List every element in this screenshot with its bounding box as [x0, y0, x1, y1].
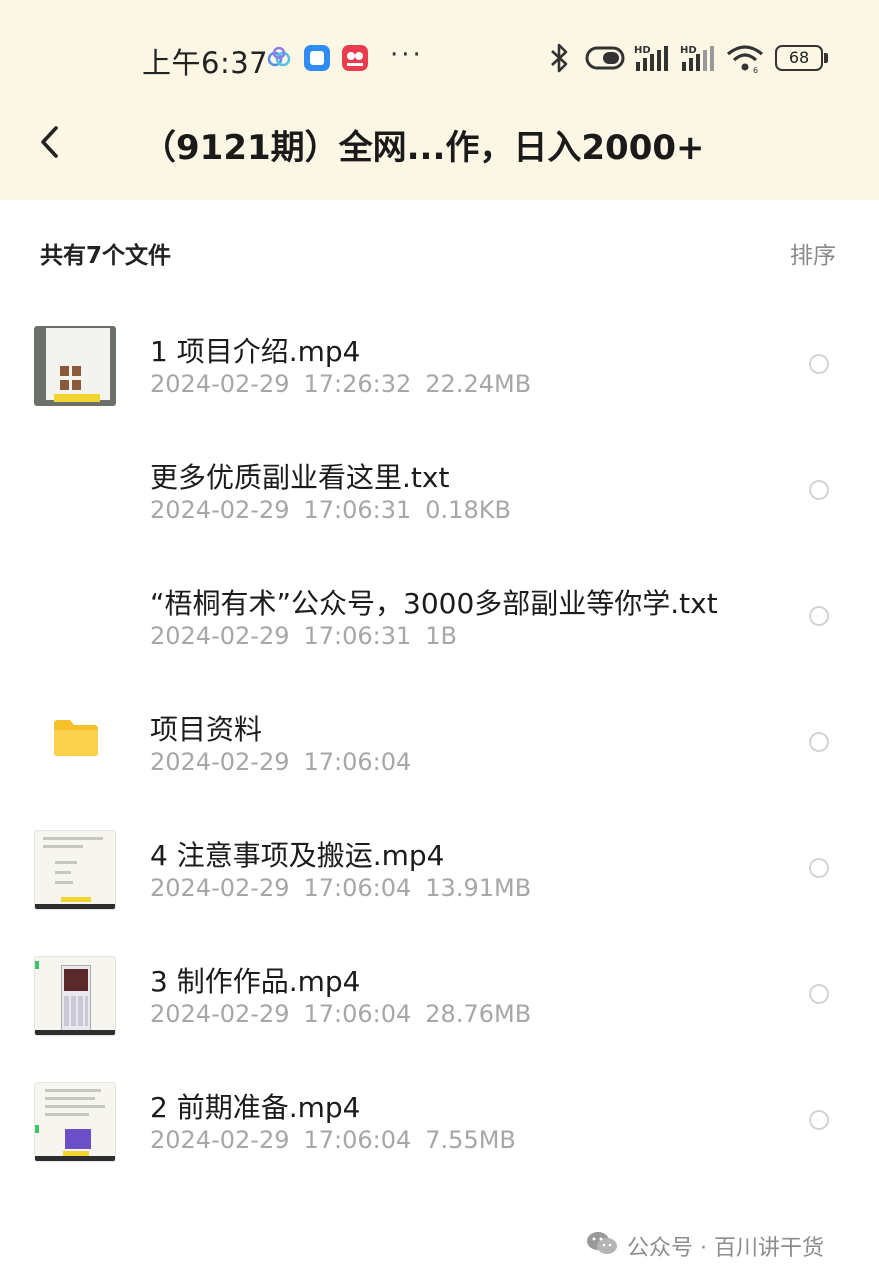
select-radio[interactable] — [809, 858, 829, 878]
status-bar: 上午6:37 ··· HD HD 6 68 — [0, 0, 879, 120]
file-size: 0.18KB — [425, 496, 511, 524]
svg-text:6: 6 — [753, 66, 758, 74]
select-radio[interactable] — [809, 1110, 829, 1130]
file-size: 28.76MB — [425, 1000, 532, 1028]
file-date: 2024-02-29 — [150, 1000, 290, 1028]
video-thumbnail — [34, 956, 116, 1036]
file-date: 2024-02-29 — [150, 748, 290, 776]
watermark-text: 公众号 · 百川讲干货 — [627, 1236, 824, 1261]
file-name: 项目资料 — [150, 713, 263, 746]
file-name: 4 注意事项及搬运.mp4 — [150, 839, 445, 872]
file-time: 17:06:31 — [303, 622, 412, 650]
video-thumbnail — [34, 326, 116, 406]
file-time: 17:06:31 — [303, 496, 412, 524]
file-name: 1 项目介绍.mp4 — [150, 335, 361, 368]
folder-row[interactable]: 项目资料 2024-02-29 17:06:04 — [0, 704, 879, 830]
vibrate-mode-icon — [585, 46, 625, 70]
file-size: 1B — [425, 622, 458, 650]
sort-button[interactable]: 排序 — [790, 236, 836, 270]
file-name: 更多优质副业看这里.txt — [150, 461, 450, 494]
file-name: “梧桐有术”公众号，3000多部副业等你学.txt — [150, 587, 718, 620]
file-date: 2024-02-29 — [150, 622, 290, 650]
blue-app-icon — [304, 45, 330, 71]
file-date: 2024-02-29 — [150, 874, 290, 902]
file-meta: 2024-02-29 17:06:04 7.55MB — [150, 1126, 530, 1154]
file-size: 13.91MB — [425, 874, 532, 902]
file-time: 17:06:04 — [303, 748, 412, 776]
file-row[interactable]: 4 注意事项及搬运.mp4 2024-02-29 17:06:04 13.91MB — [0, 830, 879, 956]
file-time: 17:06:04 — [303, 1126, 412, 1154]
file-meta: 2024-02-29 17:06:04 28.76MB — [150, 1000, 545, 1028]
page-title: （9121期）全网...作，日入2000+ — [142, 128, 705, 168]
file-meta: 2024-02-29 17:06:31 1B — [150, 622, 471, 650]
more-notifications-icon: ··· — [390, 40, 424, 70]
file-date: 2024-02-29 — [150, 1126, 290, 1154]
select-radio[interactable] — [809, 984, 829, 1004]
app-header: 上午6:37 ··· HD HD 6 68 （9121期）全网...作，日入20… — [0, 0, 879, 200]
file-meta: 2024-02-29 17:26:32 22.24MB — [150, 370, 545, 398]
file-time: 17:06:04 — [303, 1000, 412, 1028]
video-thumbnail — [34, 830, 116, 910]
file-time: 17:06:04 — [303, 874, 412, 902]
file-row[interactable]: 2 前期准备.mp4 2024-02-29 17:06:04 7.55MB — [0, 1082, 879, 1208]
select-radio[interactable] — [809, 354, 829, 374]
file-row[interactable]: 1 项目介绍.mp4 2024-02-29 17:26:32 22.24MB — [0, 326, 879, 452]
file-row[interactable]: 3 制作作品.mp4 2024-02-29 17:06:04 28.76MB — [0, 956, 879, 1082]
select-radio[interactable] — [809, 480, 829, 500]
svg-text:HD: HD — [634, 45, 651, 56]
wechat-icon — [587, 1232, 617, 1254]
file-browser-screen: 上午6:37 ··· HD HD 6 68 （9121期）全网...作，日入20… — [0, 0, 879, 1280]
file-name: 2 前期准备.mp4 — [150, 1091, 361, 1124]
file-row[interactable]: 更多优质副业看这里.txt 2024-02-29 17:06:31 0.18KB — [0, 452, 879, 578]
file-meta: 2024-02-29 17:06:04 — [150, 748, 425, 776]
select-radio[interactable] — [809, 732, 829, 752]
file-name: 3 制作作品.mp4 — [150, 965, 361, 998]
file-row[interactable]: “梧桐有术”公众号，3000多部副业等你学.txt 2024-02-29 17:0… — [0, 578, 879, 704]
folder-icon — [54, 720, 98, 756]
signal-hd-2-icon: HD — [680, 45, 714, 71]
file-size: 22.24MB — [425, 370, 532, 398]
status-time: 上午6:37 — [142, 46, 269, 80]
svg-text:HD: HD — [680, 45, 697, 56]
bluetooth-icon — [551, 43, 568, 73]
wifi-icon: 6 — [726, 45, 764, 74]
back-arrow-icon[interactable] — [36, 124, 66, 160]
video-thumbnail — [34, 1082, 116, 1162]
signal-hd-1-icon: HD — [634, 45, 668, 71]
battery-indicator: 68 — [775, 45, 828, 71]
cloud-app-icon — [267, 46, 291, 67]
file-date: 2024-02-29 — [150, 370, 290, 398]
select-radio[interactable] — [809, 606, 829, 626]
red-app-icon — [342, 45, 368, 71]
file-date: 2024-02-29 — [150, 496, 290, 524]
file-time: 17:26:32 — [303, 370, 412, 398]
file-meta: 2024-02-29 17:06:04 13.91MB — [150, 874, 545, 902]
file-count-label: 共有7个文件 — [40, 243, 172, 269]
file-meta: 2024-02-29 17:06:31 0.18KB — [150, 496, 525, 524]
file-size: 7.55MB — [425, 1126, 516, 1154]
